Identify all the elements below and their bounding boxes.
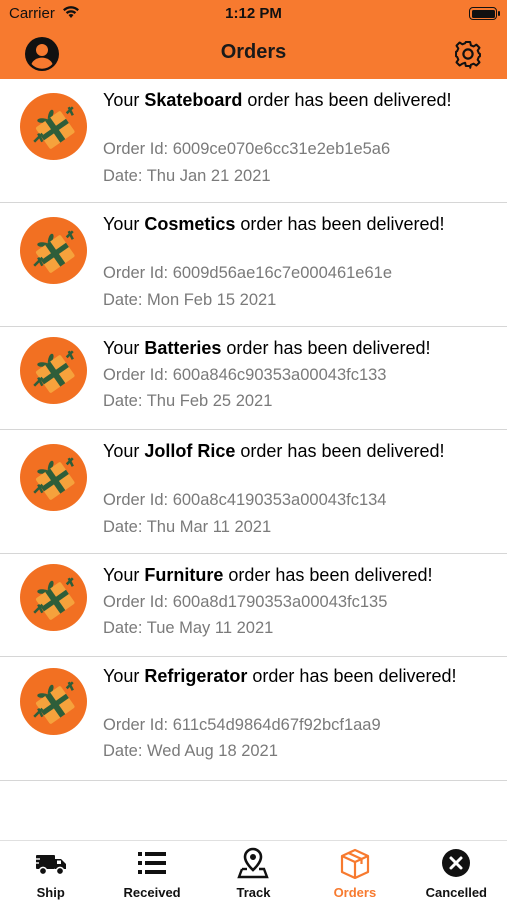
order-date: Date: Wed Aug 18 2021 bbox=[103, 742, 278, 760]
gift-box-avatar-icon bbox=[20, 668, 87, 735]
status-bar: Carrier 1:12 PM bbox=[0, 0, 507, 28]
tab-label: Track bbox=[236, 885, 271, 900]
order-row[interactable]: Your Skateboard order has been delivered… bbox=[0, 79, 507, 203]
tab-label: Received bbox=[123, 885, 181, 900]
order-row[interactable]: Your Jollof Rice order has been delivere… bbox=[0, 430, 507, 554]
status-time: 1:12 PM bbox=[225, 5, 282, 22]
gift-box-avatar-icon bbox=[20, 444, 87, 511]
order-date: Date: Tue May 11 2021 bbox=[103, 619, 274, 637]
gift-box-avatar-icon bbox=[20, 337, 87, 404]
tab-cancelled[interactable]: Cancelled bbox=[406, 841, 507, 900]
battery-icon bbox=[469, 7, 500, 20]
truck-icon bbox=[33, 855, 66, 876]
order-item-name: Batteries bbox=[144, 338, 222, 358]
order-message: Your Jollof Rice order has been delivere… bbox=[103, 441, 445, 461]
order-message: Your Cosmetics order has been delivered! bbox=[103, 214, 445, 234]
order-date: Date: Thu Feb 25 2021 bbox=[103, 392, 273, 410]
gift-box-avatar-icon bbox=[20, 93, 87, 160]
nav-bar: Orders bbox=[0, 28, 507, 79]
tab-orders[interactable]: Orders bbox=[304, 841, 405, 900]
order-message: Your Furniture order has been delivered! bbox=[103, 565, 433, 585]
order-date: Date: Thu Mar 11 2021 bbox=[103, 518, 272, 536]
order-row[interactable]: Your Batteries order has been delivered!… bbox=[0, 327, 507, 430]
order-item-name: Refrigerator bbox=[144, 666, 248, 686]
order-message: Your Batteries order has been delivered! bbox=[103, 338, 431, 358]
order-id: Order Id: 611c54d9864d67f92bcf1aa9 bbox=[103, 716, 381, 734]
cancel-icon bbox=[442, 849, 471, 877]
order-message: Your Refrigerator order has been deliver… bbox=[103, 666, 457, 686]
order-row[interactable]: Your Refrigerator order has been deliver… bbox=[0, 657, 507, 781]
order-item-name: Skateboard bbox=[144, 90, 243, 110]
bottom-tab-bar: Ship Received Track Orders Cancelled bbox=[0, 840, 507, 900]
gift-box-avatar-icon bbox=[20, 564, 87, 631]
order-id: Order Id: 600a846c90353a00043fc133 bbox=[103, 366, 387, 384]
gear-icon[interactable] bbox=[452, 38, 484, 70]
tab-received[interactable]: Received bbox=[101, 841, 202, 900]
tab-ship[interactable]: Ship bbox=[0, 841, 101, 900]
order-date: Date: Thu Jan 21 2021 bbox=[103, 167, 271, 185]
tab-label: Cancelled bbox=[425, 885, 487, 900]
order-item-name: Jollof Rice bbox=[144, 441, 236, 461]
page-title: Orders bbox=[220, 41, 287, 63]
tab-label: Orders bbox=[333, 885, 377, 900]
order-row[interactable]: Your Cosmetics order has been delivered!… bbox=[0, 203, 507, 327]
order-message: Your Skateboard order has been delivered… bbox=[103, 90, 452, 110]
order-item-name: Furniture bbox=[144, 565, 224, 585]
list-icon bbox=[138, 852, 167, 874]
order-date: Date: Mon Feb 15 2021 bbox=[103, 291, 277, 309]
box-icon bbox=[340, 848, 369, 879]
gift-box-avatar-icon bbox=[20, 217, 87, 284]
map-pin-icon bbox=[237, 847, 270, 879]
tab-label: Ship bbox=[36, 885, 65, 900]
order-id: Order Id: 6009d56ae16c7e000461e61e bbox=[103, 264, 392, 282]
order-id: Order Id: 600a8c4190353a00043fc134 bbox=[103, 491, 387, 509]
order-id: Order Id: 600a8d1790353a00043fc135 bbox=[103, 593, 388, 611]
order-row[interactable]: Your Furniture order has been delivered!… bbox=[0, 554, 507, 657]
tab-track[interactable]: Track bbox=[203, 841, 304, 900]
order-item-name: Cosmetics bbox=[144, 214, 236, 234]
order-id: Order Id: 6009ce070e6cc31e2eb1e5a6 bbox=[103, 140, 391, 158]
